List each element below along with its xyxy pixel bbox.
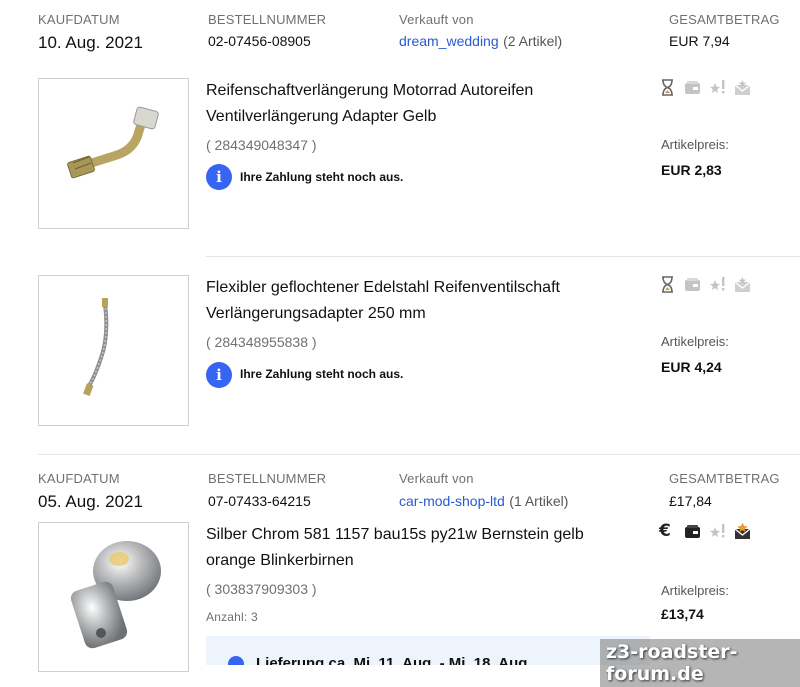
wallet-icon[interactable] [684,276,701,293]
order-total: £17,84 [669,493,712,509]
item-price-label: Artikelpreis: [661,137,729,152]
seller-link[interactable]: car-mod-shop-ltd [399,493,505,509]
seller-label: Verkauft von [399,471,474,486]
item-title[interactable]: Reifenschaftverlängerung Motorrad Autore… [206,78,626,130]
star-exclamation-icon[interactable] [709,276,726,293]
order-total-label: GESAMTBETRAG [669,471,780,486]
order-total-label: GESAMTBETRAG [669,12,780,27]
info-icon: i [206,164,232,190]
braided-extension-image [83,298,109,397]
order-number-label: BESTELLNUMMER [208,471,327,486]
star-exclamation-icon[interactable] [709,523,726,540]
info-icon: i [206,362,232,388]
item-price-label: Artikelpreis: [661,334,729,349]
item-thumbnail[interactable] [38,522,189,672]
order-date-label: KAUFDATUM [38,12,120,27]
wallet-icon[interactable] [684,79,701,96]
envelope-icon[interactable] [734,79,751,96]
item-thumbnail[interactable] [38,78,189,229]
order-date-label: KAUFDATUM [38,471,120,486]
seller-line: dream_wedding (2 Artikel) [399,33,562,51]
valve-extension-image [67,106,159,179]
item-price: EUR 2,83 [661,162,722,178]
seller-link[interactable]: dream_wedding [399,33,499,49]
order-number: 02-07456-08905 [208,33,311,49]
item-divider [206,256,800,257]
delivery-icon [228,656,244,665]
envelope-icon[interactable] [734,276,751,293]
wallet-icon[interactable] [684,523,701,540]
item-id: ( 284348955838 ) [206,334,317,350]
item-title[interactable]: Flexibler geflochtener Edelstahl Reifenv… [206,275,626,327]
order-divider [38,454,800,455]
delivery-estimate: Lieferung ca. Mi. 11. Aug. - Mi. 18. Aug… [256,655,532,665]
item-quantity: Anzahl: 3 [206,610,258,624]
payment-pending-note: Ihre Zahlung steht noch aus. [240,367,404,381]
star-exclamation-icon[interactable] [709,79,726,96]
seller-line: car-mod-shop-ltd (1 Artikel) [399,493,568,511]
euro-icon[interactable]: € [659,523,676,540]
delivery-box: Lieferung ca. Mi. 11. Aug. - Mi. 18. Aug… [206,636,650,665]
seller-item-count: (1 Artikel) [509,493,569,509]
item-title[interactable]: Silber Chrom 581 1157 bau15s py21w Berns… [206,522,626,574]
order-date: 05. Aug. 2021 [38,492,143,511]
payment-pending-note: Ihre Zahlung steht noch aus. [240,170,404,184]
item-price: £13,74 [661,606,704,622]
item-status-icons [659,276,751,293]
order-date: 10. Aug. 2021 [38,33,143,52]
seller-label: Verkauft von [399,12,474,27]
order-number-label: BESTELLNUMMER [208,12,327,27]
item-status-icons: € [659,523,751,540]
item-price-label: Artikelpreis: [661,583,729,598]
order-total: EUR 7,94 [669,33,730,49]
star-envelope-icon[interactable] [734,523,751,540]
forum-watermark: z3-roadster-forum.de [600,639,800,687]
seller-item-count: (2 Artikel) [503,33,563,49]
item-thumbnail[interactable] [38,275,189,426]
item-id: ( 303837909303 ) [206,581,317,597]
bulb-image [70,541,161,649]
item-id: ( 284349048347 ) [206,137,317,153]
hourglass-icon[interactable] [659,276,676,293]
hourglass-icon[interactable] [659,79,676,96]
item-price: EUR 4,24 [661,359,722,375]
order-number: 07-07433-64215 [208,493,311,509]
item-status-icons [659,79,751,96]
